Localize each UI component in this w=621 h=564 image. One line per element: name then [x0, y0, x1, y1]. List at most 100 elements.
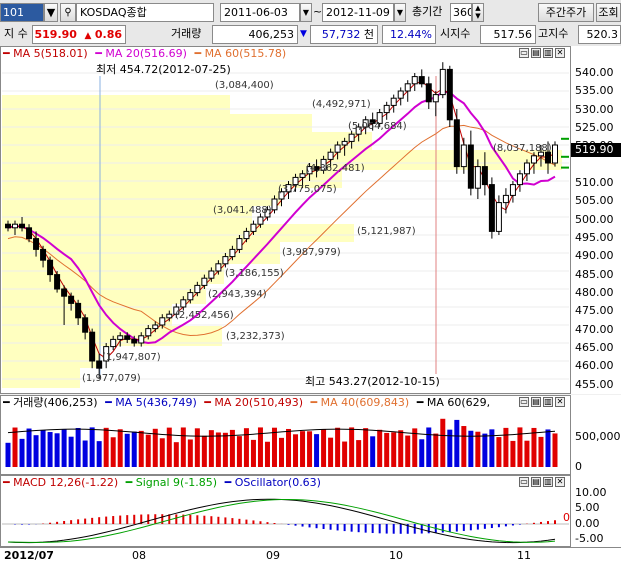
- volume-bar: [545, 429, 551, 467]
- y-tick: 510.00: [575, 176, 614, 189]
- candle-body: [530, 155, 537, 164]
- volume-bar: [286, 428, 292, 467]
- candle-body: [397, 90, 404, 99]
- date-from-dropdown[interactable]: ▼: [300, 3, 312, 22]
- volume-profile-label: (5,064,684): [348, 121, 407, 132]
- volume-bar: [173, 442, 179, 467]
- candle-body: [418, 76, 425, 85]
- magnifier-icon[interactable]: ⚲: [60, 3, 76, 22]
- code-dropdown-button[interactable]: ▼: [44, 3, 58, 22]
- volume-bar: [12, 427, 18, 467]
- date-from-input[interactable]: 2011-06-03: [220, 3, 300, 22]
- volume-bar: [510, 440, 516, 467]
- candle-body: [47, 259, 54, 276]
- y-tick: 525.00: [575, 121, 614, 134]
- window-button-icon[interactable]: ▤: [531, 397, 541, 407]
- volume-bar: [384, 432, 390, 467]
- volume-bar: [19, 438, 25, 467]
- volume-profile-label: (1,947,807): [102, 352, 161, 363]
- close-icon[interactable]: ✕: [555, 48, 565, 58]
- macd-y-axis: 10.00 5.00 0.00 -5.00: [571, 475, 621, 547]
- y-tick: 500.00: [575, 213, 614, 226]
- volume-bar: [166, 427, 172, 467]
- volume-bar: [215, 432, 221, 467]
- date-to-input[interactable]: 2012-11-09: [322, 3, 394, 22]
- candle-body: [75, 302, 82, 319]
- volume-bar: [461, 426, 467, 467]
- candle-body: [502, 194, 509, 204]
- last-price-marker: 519.90: [571, 143, 621, 157]
- candle-body: [145, 328, 152, 337]
- price-legend: ━ MA 5(518.01) ━ MA 20(516.69) ━ MA 60(5…: [3, 47, 291, 60]
- price-chart[interactable]: [0, 46, 571, 394]
- toolbar: 101 ▼ ⚲ KOSDAQ종합 2011-06-03 ▼ ~ 2012-11-…: [0, 0, 621, 46]
- volume-bar: [314, 434, 320, 467]
- change-value: 0.86: [94, 28, 122, 41]
- volume-bar: [82, 440, 88, 467]
- period-input[interactable]: 360: [450, 3, 472, 22]
- window-button-icon[interactable]: ▥: [543, 397, 553, 407]
- y-tick: 500,000: [575, 430, 621, 443]
- window-button-icon[interactable]: ▭: [519, 397, 529, 407]
- candle-body: [460, 144, 467, 168]
- window-button-icon[interactable]: ▥: [543, 48, 553, 58]
- candle-body: [236, 238, 243, 250]
- volume-bar: [517, 427, 523, 467]
- code-input[interactable]: 101: [0, 3, 44, 22]
- period-spinner[interactable]: ▲ ▼: [472, 3, 484, 22]
- volume-bar: [307, 431, 313, 467]
- y-tick: 540.00: [575, 66, 614, 79]
- period-label: 총기간: [412, 5, 443, 18]
- candle-body: [341, 140, 348, 146]
- candle-body: [446, 68, 453, 121]
- volume-bar: [377, 429, 383, 467]
- volume-bar: [103, 427, 109, 467]
- candle-body: [12, 223, 19, 229]
- window-button-icon[interactable]: ▭: [519, 48, 529, 58]
- window-button-icon[interactable]: ▤: [531, 477, 541, 487]
- volume-profile-label: (3,186,155): [225, 268, 284, 279]
- close-icon[interactable]: ✕: [555, 477, 565, 487]
- candle-body: [180, 299, 187, 308]
- volume-bar: [293, 434, 299, 467]
- volume-bar: [201, 435, 207, 467]
- volume-profile-label: (3,041,488): [213, 205, 272, 216]
- high-field: 520.3: [578, 25, 621, 44]
- volume-bar: [26, 428, 32, 467]
- y-tick: 535.00: [575, 84, 614, 97]
- volume-legend: ━ 거래량(406,253) ━ MA 5(436,749) ━ MA 20(5…: [3, 396, 551, 409]
- y-tick: 490.00: [575, 249, 614, 262]
- volume-bar: [236, 436, 242, 467]
- volume-bar: [328, 437, 334, 467]
- volume-bar: [538, 436, 544, 467]
- ma-marker: [561, 155, 569, 158]
- candle-body: [138, 335, 145, 344]
- x-tick: 2012/07: [4, 549, 54, 562]
- candle-body: [82, 317, 89, 333]
- candle-body: [299, 173, 306, 178]
- volume-bar: [138, 430, 144, 467]
- volume-bar: [496, 437, 502, 467]
- x-tick: 08: [132, 549, 146, 562]
- y-tick: 470.00: [575, 323, 614, 336]
- weekly-price-button[interactable]: 주간주가: [538, 3, 594, 22]
- window-button-icon[interactable]: ▥: [543, 477, 553, 487]
- candle-body: [509, 184, 516, 196]
- macd-zero-label: 0: [563, 511, 570, 524]
- volume-bar: [433, 433, 439, 467]
- date-to-dropdown[interactable]: ▼: [394, 3, 406, 22]
- volume-profile-label: (3,987,979): [282, 247, 341, 258]
- window-button-icon[interactable]: ▤: [531, 48, 541, 58]
- candle-body: [61, 288, 68, 297]
- close-icon[interactable]: ✕: [555, 397, 565, 407]
- ma5-line: [7, 80, 556, 360]
- window-button-icon[interactable]: ▭: [519, 477, 529, 487]
- volume-bar: [335, 427, 341, 467]
- candle-body: [243, 230, 250, 240]
- high-label: 고지수: [538, 27, 569, 40]
- candle-body: [222, 256, 229, 265]
- query-button[interactable]: 조회: [596, 3, 621, 22]
- candle-body: [348, 133, 355, 142]
- y-tick: 495.00: [575, 231, 614, 244]
- amount-field: 57,732 천: [310, 25, 378, 44]
